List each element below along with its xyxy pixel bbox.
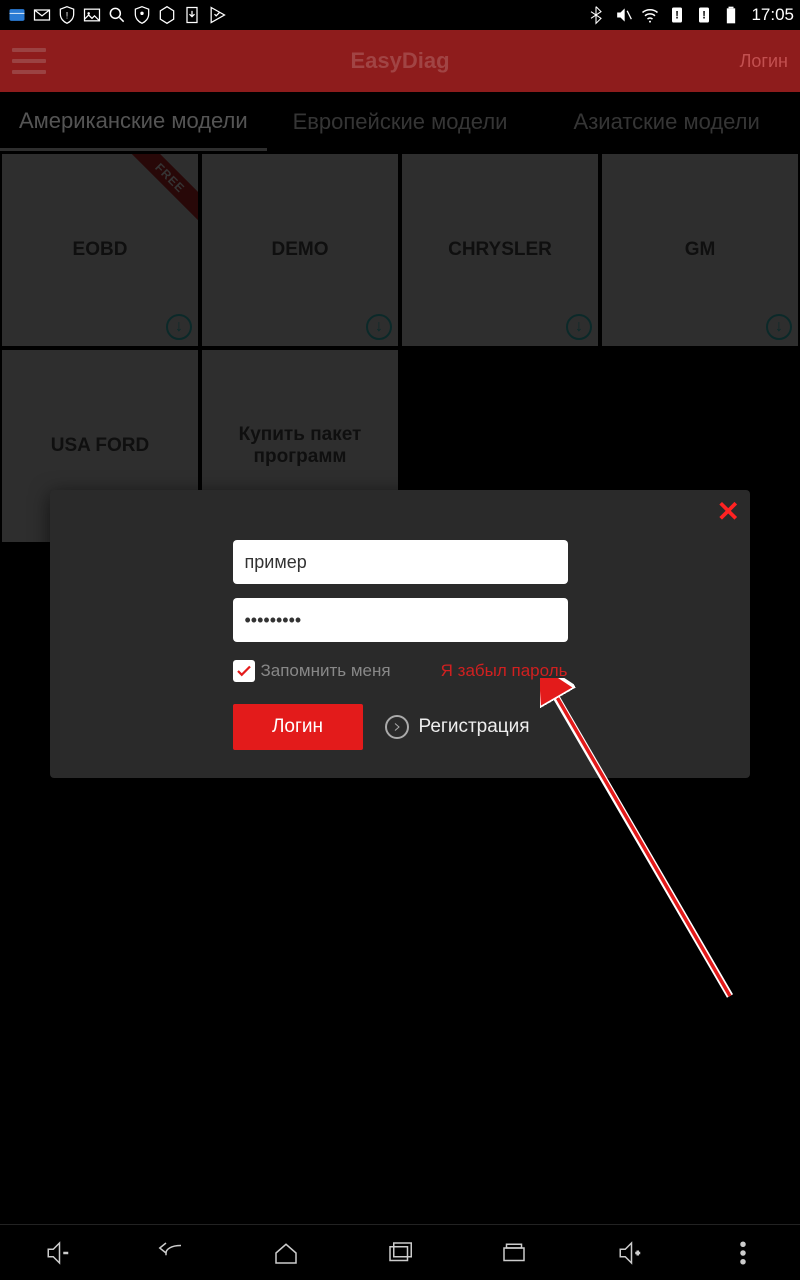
more-button[interactable] xyxy=(723,1233,763,1273)
download-icon[interactable]: ↓ xyxy=(166,314,192,340)
card-label: DEMO xyxy=(266,239,335,261)
app-icon xyxy=(6,4,28,26)
card-label: USA FORD xyxy=(45,435,156,457)
play-icon xyxy=(206,4,228,26)
recent-button[interactable] xyxy=(380,1233,420,1273)
recent-button-2[interactable] xyxy=(494,1233,534,1273)
battery-icon xyxy=(720,4,742,26)
tab-american[interactable]: Американские модели xyxy=(0,94,267,151)
login-modal: ✕ Запомнить меня Я забыл пароль Логин Ре… xyxy=(50,490,750,778)
back-button[interactable] xyxy=(151,1233,191,1273)
tab-european[interactable]: Европейские модели xyxy=(267,95,534,149)
mail-icon xyxy=(31,4,53,26)
arrow-right-icon xyxy=(385,715,409,739)
register-label: Регистрация xyxy=(419,716,530,738)
card-gm[interactable]: GM ↓ xyxy=(602,154,798,346)
category-tabs: Американские модели Европейские модели А… xyxy=(0,92,800,152)
android-status-bar: ! ! ! 17:05 xyxy=(0,0,800,30)
svg-text:!: ! xyxy=(703,9,707,21)
register-link[interactable]: Регистрация xyxy=(385,715,530,739)
app-title: EasyDiag xyxy=(350,48,449,74)
tab-asian[interactable]: Азиатские модели xyxy=(533,95,800,149)
svg-text:!: ! xyxy=(676,9,680,21)
card-label: EOBD xyxy=(67,239,134,261)
card-label: CHRYSLER xyxy=(442,239,558,261)
login-button[interactable]: Логин xyxy=(233,704,363,750)
close-icon[interactable]: ✕ xyxy=(717,498,740,526)
forgot-password-link[interactable]: Я забыл пароль xyxy=(441,661,568,681)
download-icon[interactable]: ↓ xyxy=(366,314,392,340)
password-input[interactable] xyxy=(233,598,568,642)
location-icon xyxy=(131,4,153,26)
android-nav-bar xyxy=(0,1224,800,1280)
model-grid: FREE EOBD ↓ DEMO ↓ CHRYSLER ↓ GM ↓ USA F… xyxy=(0,152,800,544)
card-chrysler[interactable]: CHRYSLER ↓ xyxy=(402,154,598,346)
home-button[interactable] xyxy=(266,1233,306,1273)
alert-icon: ! xyxy=(666,4,688,26)
svg-text:!: ! xyxy=(66,10,69,20)
volume-down-button[interactable] xyxy=(37,1233,77,1273)
volume-up-button[interactable] xyxy=(609,1233,649,1273)
download-icon[interactable]: ↓ xyxy=(566,314,592,340)
alert-icon-2: ! xyxy=(693,4,715,26)
status-right-icons: ! ! 17:05 xyxy=(585,4,794,26)
app-header: EasyDiag Логин xyxy=(0,30,800,92)
clock-text: 17:05 xyxy=(751,5,794,25)
free-ribbon: FREE xyxy=(128,154,198,224)
header-login-link[interactable]: Логин xyxy=(740,51,788,72)
download-icon xyxy=(181,4,203,26)
bluetooth-icon xyxy=(585,4,607,26)
status-left-icons: ! xyxy=(6,4,228,26)
card-label: GM xyxy=(679,239,722,261)
download-icon[interactable]: ↓ xyxy=(766,314,792,340)
wifi-icon xyxy=(639,4,661,26)
shield-icon: ! xyxy=(56,4,78,26)
card-eobd[interactable]: FREE EOBD ↓ xyxy=(2,154,198,346)
card-demo[interactable]: DEMO ↓ xyxy=(202,154,398,346)
username-input[interactable] xyxy=(233,540,568,584)
hexagon-icon xyxy=(156,4,178,26)
card-label: Купить пакет программ xyxy=(202,424,398,468)
search-icon xyxy=(106,4,128,26)
image-icon xyxy=(81,4,103,26)
mute-icon xyxy=(612,4,634,26)
remember-checkbox[interactable] xyxy=(233,660,255,682)
remember-label: Запомнить меня xyxy=(261,661,391,681)
menu-button[interactable] xyxy=(12,48,46,74)
